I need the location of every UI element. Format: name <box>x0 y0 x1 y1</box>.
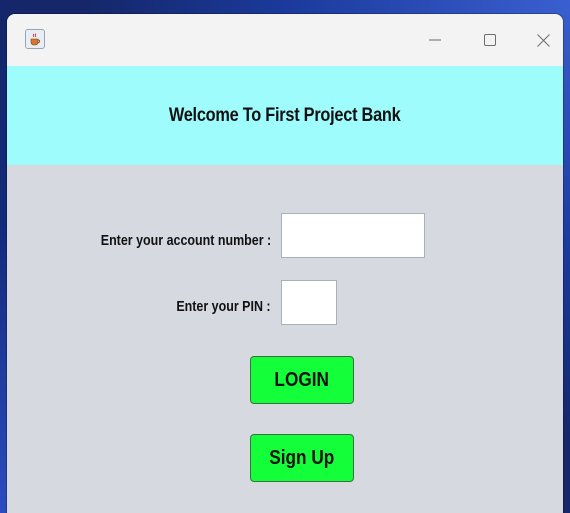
java-coffee-cup-icon <box>25 29 45 49</box>
close-button[interactable] <box>517 14 563 66</box>
maximize-button[interactable] <box>464 14 516 66</box>
pin-input[interactable] <box>281 280 337 325</box>
login-button[interactable]: LOGIN <box>250 356 354 404</box>
sign-up-button-label: Sign Up <box>269 446 335 469</box>
login-button-label: LOGIN <box>274 368 330 391</box>
account-number-label: Enter your account number : <box>100 233 271 249</box>
welcome-banner: Welcome To First Project Bank <box>7 66 563 165</box>
app-window: Welcome To First Project Bank Enter your… <box>7 14 563 513</box>
account-number-input[interactable] <box>281 213 425 258</box>
pin-label: Enter your PIN : <box>176 299 271 315</box>
close-icon <box>536 33 550 47</box>
minimize-button[interactable] <box>409 14 461 66</box>
title-bar[interactable] <box>7 14 563 66</box>
maximize-icon <box>484 34 496 46</box>
sign-up-button[interactable]: Sign Up <box>250 434 354 482</box>
minimize-icon <box>429 39 441 41</box>
banner-title: Welcome To First Project Bank <box>169 104 401 126</box>
